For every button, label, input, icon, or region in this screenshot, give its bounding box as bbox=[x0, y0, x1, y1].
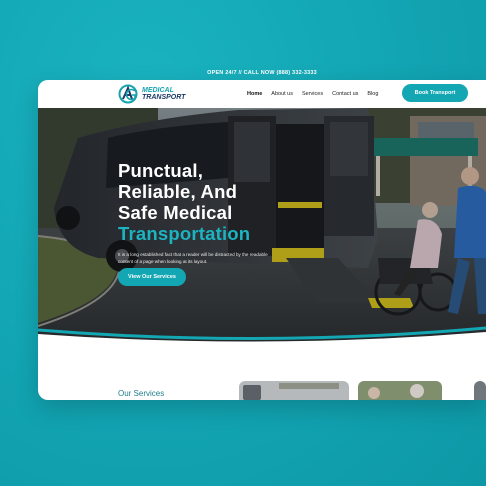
service-thumbnail-2[interactable] bbox=[358, 381, 442, 400]
book-transport-button[interactable]: Book Transport bbox=[402, 84, 468, 102]
navbar: MEDICAL TRANSPORT Home About us Services… bbox=[38, 80, 486, 108]
hero-title-line1: Punctual, bbox=[118, 160, 204, 181]
service-thumbnail-3[interactable] bbox=[474, 381, 486, 400]
logo-line2: TRANSPORT bbox=[142, 94, 186, 101]
nav-services[interactable]: Services bbox=[302, 91, 323, 97]
logo[interactable]: MEDICAL TRANSPORT bbox=[118, 84, 185, 104]
services-heading: Our Services bbox=[118, 389, 165, 398]
hero-image bbox=[38, 108, 486, 342]
hero-title-line3: Safe Medical bbox=[118, 202, 233, 223]
main-menu: Home About us Services Contact us Blog bbox=[247, 80, 378, 108]
hero-description: It is a long established fact that a rea… bbox=[118, 252, 268, 264]
service-thumbnail-1[interactable] bbox=[239, 381, 349, 400]
nav-about[interactable]: About us bbox=[271, 91, 293, 97]
hero-title-line2: Reliable, And bbox=[118, 181, 238, 202]
nav-home[interactable]: Home bbox=[247, 91, 262, 97]
nav-blog[interactable]: Blog bbox=[367, 91, 378, 97]
hero-title-highlight: Transportation bbox=[118, 223, 251, 244]
website-mockup: MEDICAL TRANSPORT Home About us Services… bbox=[38, 80, 486, 400]
logo-line1: MEDICAL bbox=[142, 87, 174, 94]
hero-title: Punctual, Reliable, And Safe Medical Tra… bbox=[118, 160, 250, 244]
logo-icon bbox=[118, 84, 138, 104]
hero-section: Punctual, Reliable, And Safe Medical Tra… bbox=[38, 108, 486, 342]
nav-contact[interactable]: Contact us bbox=[332, 91, 358, 97]
top-contact-bar: OPEN 24/7 // CALL NOW (888) 332-3333 bbox=[207, 70, 317, 76]
view-services-button[interactable]: View Our Services bbox=[118, 268, 186, 286]
